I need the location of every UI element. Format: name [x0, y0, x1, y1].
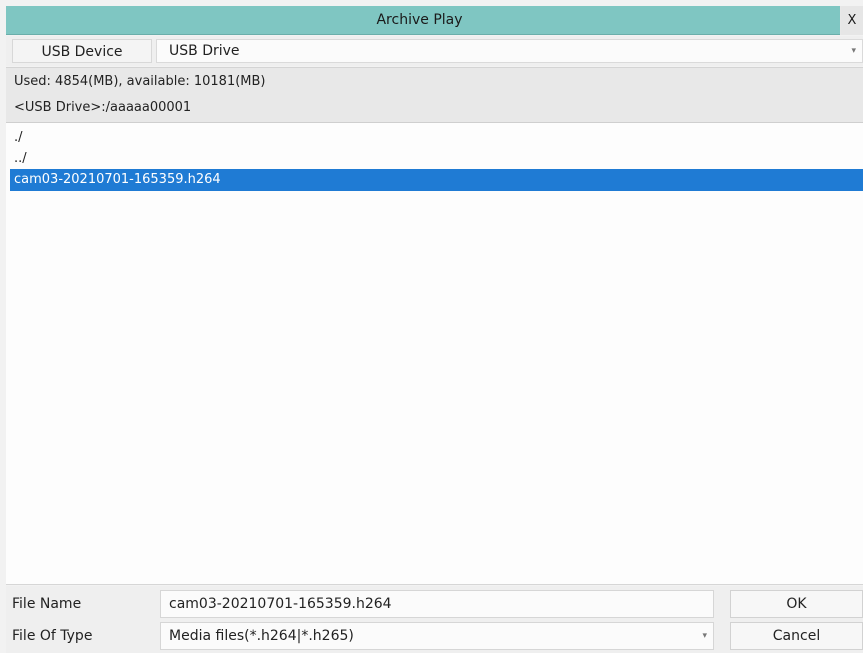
list-item-parent-dir[interactable]: ../ — [10, 148, 863, 170]
current-path-text: <USB Drive>:/aaaaa00001 — [14, 100, 192, 115]
close-button[interactable]: X — [840, 6, 863, 35]
storage-usage-text: Used: 4854(MB), available: 10181(MB) — [14, 74, 266, 89]
file-name-label: File Name — [12, 596, 82, 612]
usb-device-label: USB Device — [12, 39, 152, 63]
file-type-value: Media files(*.h264|*.h265) — [169, 628, 354, 644]
device-row: USB Device USB Drive ▾ — [6, 36, 863, 66]
window-title: Archive Play — [376, 12, 463, 28]
archive-play-dialog: Archive Play X USB Device USB Drive ▾ Us… — [0, 0, 863, 653]
file-name-field[interactable]: cam03-20210701-165359.h264 — [160, 590, 714, 618]
info-area: Used: 4854(MB), available: 10181(MB) <US… — [6, 67, 863, 123]
file-name-value: cam03-20210701-165359.h264 — [169, 596, 392, 612]
file-type-select[interactable]: Media files(*.h264|*.h265) ▾ — [160, 622, 714, 650]
title-bar: Archive Play X — [6, 6, 863, 35]
chevron-down-icon: ▾ — [702, 631, 707, 641]
bottom-panel: File Name cam03-20210701-165359.h264 OK … — [6, 586, 863, 653]
file-type-label: File Of Type — [12, 628, 93, 644]
cancel-button[interactable]: Cancel — [730, 622, 863, 650]
file-list[interactable]: ./ ../ cam03-20210701-165359.h264 — [6, 123, 863, 585]
device-select-value: USB Drive — [169, 43, 240, 59]
list-item-current-dir[interactable]: ./ — [10, 127, 863, 149]
ok-button[interactable]: OK — [730, 590, 863, 618]
chevron-down-icon: ▾ — [851, 46, 856, 56]
device-select[interactable]: USB Drive ▾ — [156, 39, 863, 63]
list-item-selected-file[interactable]: cam03-20210701-165359.h264 — [10, 169, 863, 191]
